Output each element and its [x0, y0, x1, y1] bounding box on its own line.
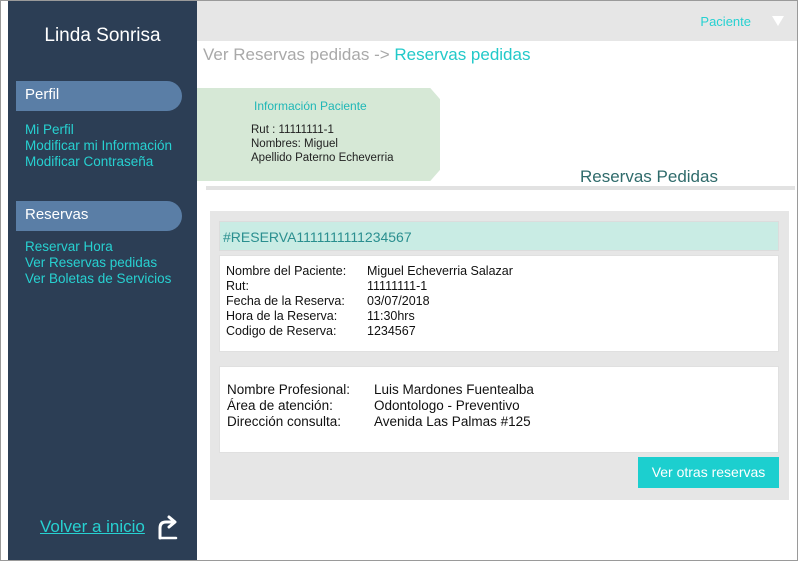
link-reservar-hora[interactable]: Reservar Hora: [25, 239, 171, 255]
section-title: Reservas Pedidas: [580, 167, 718, 186]
breadcrumb-separator: ->: [374, 45, 390, 64]
ver-otras-reservas-button[interactable]: Ver otras reservas: [638, 457, 779, 488]
professional-row: Dirección consulta: Avenida Las Palmas #…: [227, 414, 531, 430]
link-modificar-contrasena[interactable]: Modificar Contraseña: [25, 154, 172, 170]
detail-value: 1234567: [367, 324, 416, 338]
user-menu[interactable]: Paciente: [700, 14, 751, 29]
brand-title: Linda Sonrisa: [44, 25, 161, 46]
detail-row: Codigo de Reserva: 1234567: [226, 324, 416, 339]
detail-label: Fecha de la Reserva:: [226, 294, 345, 308]
top-bar: Paciente: [197, 1, 797, 41]
perfil-links: Mi Perfil Modificar mi Información Modif…: [25, 122, 172, 170]
detail-label: Codigo de Reserva:: [226, 324, 337, 338]
link-ver-boletas[interactable]: Ver Boletas de Servicios: [25, 271, 171, 287]
patient-info-card: Información Paciente Rut : 11111111-1 No…: [197, 88, 440, 181]
patient-rut: Rut : 11111111-1: [251, 124, 334, 136]
link-modificar-informacion[interactable]: Modificar mi Información: [25, 138, 172, 154]
patient-info-title: Información Paciente: [254, 99, 367, 113]
professional-row: Nombre Profesional: Luis Mardones Fuente…: [227, 382, 534, 398]
patient-surname: Apellido Paterno Echeverria: [251, 152, 394, 164]
patient-names: Nombres: Miguel: [251, 138, 338, 150]
professional-label: Nombre Profesional:: [227, 382, 351, 397]
divider: [206, 186, 795, 190]
detail-label: Nombre del Paciente:: [226, 264, 347, 278]
link-mi-perfil[interactable]: Mi Perfil: [25, 122, 172, 138]
breadcrumb-previous[interactable]: Ver Reservas pedidas: [203, 45, 369, 64]
reservation-details-box: Nombre del Paciente: Miguel Echeverria S…: [219, 255, 779, 352]
detail-value: 11:30hrs: [367, 309, 415, 323]
professional-box: Nombre Profesional: Luis Mardones Fuente…: [219, 366, 779, 453]
sidebar: Linda Sonrisa Perfil Mi Perfil Modificar…: [8, 1, 197, 560]
professional-row: Área de atención: Odontologo - Preventiv…: [227, 398, 520, 414]
detail-row: Rut: 11111111-1: [226, 279, 427, 294]
patient-info-lines: Rut : 11111111-1 Nombres: Miguel Apellid…: [251, 123, 394, 165]
breadcrumb: Ver Reservas pedidas -> Reservas pedidas: [203, 45, 530, 65]
reservation-panel: #RESERVA1111111111234567 Nombre del Paci…: [210, 211, 789, 500]
breadcrumb-current: Reservas pedidas: [394, 45, 531, 64]
detail-value: 11111111-1: [367, 279, 428, 293]
reservas-links: Reservar Hora Ver Reservas pedidas Ver B…: [25, 239, 171, 287]
detail-row: Hora de la Reserva: 11:30hrs: [226, 309, 415, 324]
professional-value: Luis Mardones Fuentealba: [374, 382, 534, 397]
detail-label: Hora de la Reserva:: [226, 309, 338, 323]
professional-value: Odontologo - Preventivo: [374, 398, 520, 413]
link-ver-reservas[interactable]: Ver Reservas pedidas: [25, 255, 171, 271]
return-arrow-icon[interactable]: [156, 514, 180, 540]
section-reservas: Reservas: [16, 201, 182, 231]
caret-down-icon[interactable]: [772, 15, 784, 27]
professional-value: Avenida Las Palmas #125: [374, 414, 531, 429]
reservation-code-header: #RESERVA1111111111234567: [219, 221, 779, 251]
home-link[interactable]: Volver a inicio: [40, 517, 145, 537]
detail-row: Fecha de la Reserva: 03/07/2018: [226, 294, 430, 309]
detail-value: Miguel Echeverria Salazar: [367, 264, 513, 278]
section-perfil: Perfil: [16, 81, 182, 111]
detail-row: Nombre del Paciente: Miguel Echeverria S…: [226, 264, 513, 279]
detail-value: 03/07/2018: [367, 294, 430, 308]
professional-label: Área de atención:: [227, 398, 333, 413]
detail-label: Rut:: [226, 279, 249, 293]
professional-label: Dirección consulta:: [227, 414, 342, 429]
